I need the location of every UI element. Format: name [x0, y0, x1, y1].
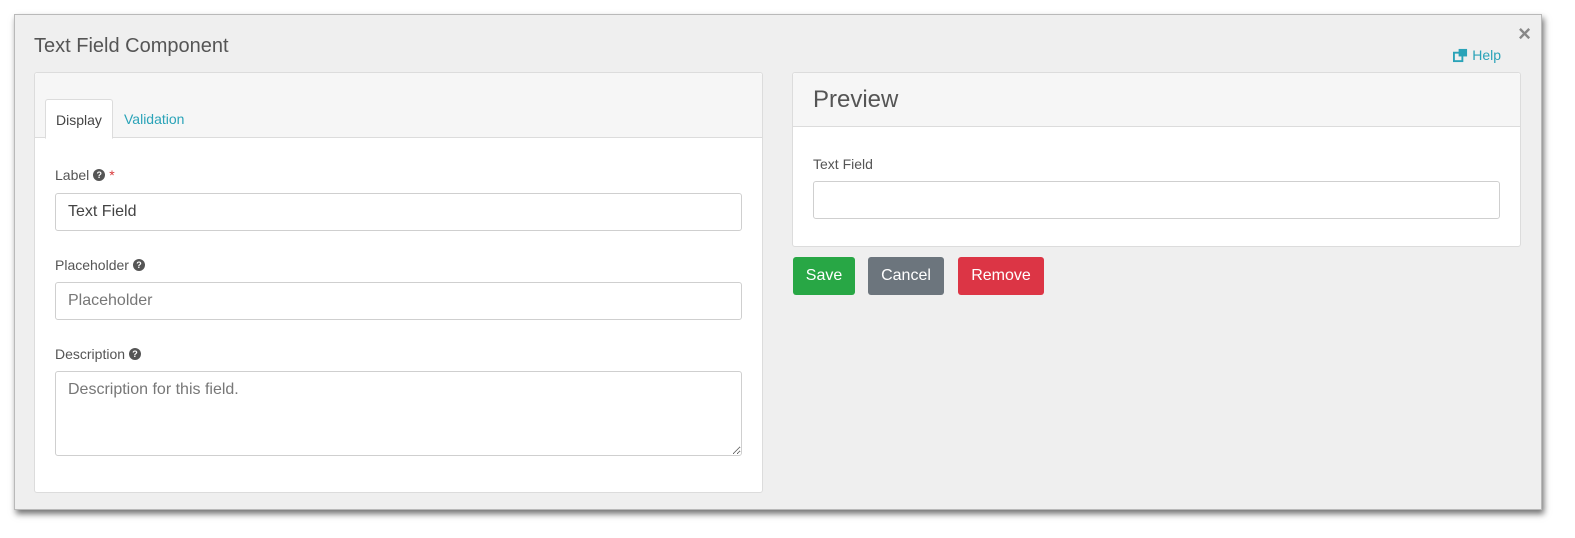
external-window-icon [1453, 48, 1468, 62]
modal-title: Text Field Component [34, 35, 229, 57]
placeholder-field-label: Placeholder ? [55, 257, 145, 273]
save-button[interactable]: Save [793, 257, 855, 295]
preview-text-input[interactable] [813, 181, 1500, 219]
cancel-button[interactable]: Cancel [868, 257, 944, 295]
help-link[interactable]: Help [1453, 47, 1501, 63]
required-marker: * [109, 167, 115, 183]
description-textarea[interactable] [55, 371, 742, 456]
placeholder-field-text: Placeholder [55, 257, 129, 273]
placeholder-input[interactable] [55, 282, 742, 320]
help-label: Help [1472, 47, 1501, 63]
preview-title: Preview [813, 86, 899, 113]
tab-validation[interactable]: Validation [114, 99, 194, 139]
preview-panel: Preview Text Field [792, 72, 1521, 247]
close-icon[interactable]: × [1518, 23, 1531, 45]
label-input[interactable] [55, 193, 742, 231]
tab-display[interactable]: Display [45, 99, 113, 139]
question-circle-icon[interactable]: ? [132, 259, 145, 271]
question-circle-icon[interactable]: ? [129, 348, 142, 360]
component-modal: Text Field Component × Help Display Vali… [14, 14, 1542, 510]
question-circle-icon[interactable]: ? [93, 169, 106, 181]
remove-button[interactable]: Remove [958, 257, 1044, 295]
label-field-label: Label ? * [55, 167, 115, 183]
tab-bar: Display Validation [35, 73, 762, 139]
description-field-text: Description [55, 346, 126, 362]
label-field-text: Label [55, 167, 90, 183]
preview-header: Preview [793, 73, 1520, 127]
description-field-label: Description ? [55, 346, 142, 362]
settings-panel: Display Validation Label ? * Placeholder… [34, 72, 763, 493]
preview-field-label: Text Field [813, 156, 873, 172]
